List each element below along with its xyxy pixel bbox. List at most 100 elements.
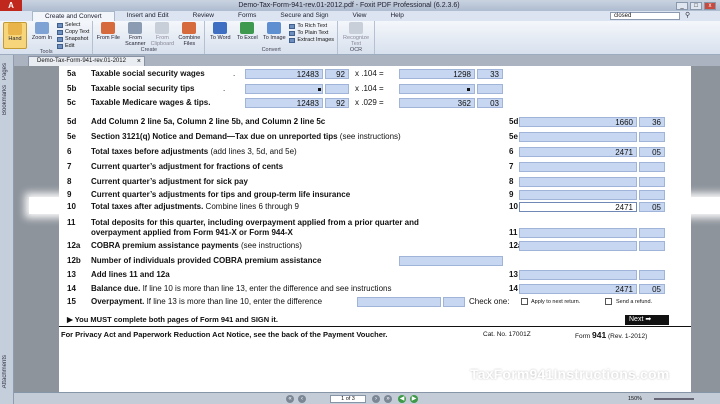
send-refund-checkbox[interactable] xyxy=(605,298,612,305)
line-14-field[interactable]: 2471 xyxy=(519,284,637,294)
app-logo[interactable]: A xyxy=(0,0,22,11)
close-button[interactable]: x xyxy=(704,1,716,10)
line-12b-field[interactable] xyxy=(399,256,503,266)
tab-secure-and-sign[interactable]: Secure and Sign xyxy=(268,11,340,21)
line-8-cents-field[interactable] xyxy=(639,177,665,187)
line-7-field[interactable] xyxy=(519,162,637,172)
first-page-icon[interactable]: « xyxy=(286,395,294,403)
to-excel-button[interactable]: To Excel xyxy=(235,22,259,47)
page-number-input[interactable]: 1 of 3 xyxy=(330,395,366,403)
tab-review[interactable]: Review xyxy=(181,11,226,21)
line-5a-amount-field[interactable]: 12483 xyxy=(245,69,323,79)
word-icon xyxy=(213,22,228,34)
next-button[interactable]: Next ➡ xyxy=(625,315,669,325)
next-page-icon[interactable]: › xyxy=(372,395,380,403)
line-11-field[interactable] xyxy=(519,228,637,238)
line-6-field[interactable]: 2471 xyxy=(519,147,637,157)
line-10-cents-field[interactable]: 05 xyxy=(639,202,665,212)
line-5c-result-cents-field[interactable]: 03 xyxy=(477,98,503,108)
line-11-cents-field[interactable] xyxy=(639,228,665,238)
select-button[interactable]: Select xyxy=(57,22,89,28)
line-9-cents-field[interactable] xyxy=(639,190,665,200)
line-10-field[interactable]: 2471 xyxy=(519,202,637,212)
form-identifier: Form 941 (Rev. 1-2012) xyxy=(575,330,648,340)
line-5a-result-field[interactable]: 1298 xyxy=(399,69,475,79)
to-image-button[interactable]: To Image xyxy=(262,22,286,47)
line-8-field[interactable] xyxy=(519,177,637,187)
attachments-panel-button[interactable]: Attachments xyxy=(2,355,8,388)
line-5e-field[interactable] xyxy=(519,132,637,142)
line-15-cents-field[interactable] xyxy=(443,297,465,307)
line-5e-cents-field[interactable] xyxy=(639,132,665,142)
search-input[interactable]: closed xyxy=(610,12,680,20)
from-clipboard-button[interactable]: From Clipboard xyxy=(150,22,174,47)
tab-help[interactable]: Help xyxy=(378,11,415,21)
from-scanner-button[interactable]: From Scanner xyxy=(123,22,147,47)
privacy-notice: For Privacy Act and Paperwork Reduction … xyxy=(61,330,388,339)
line-9-field[interactable] xyxy=(519,190,637,200)
copy-text-button[interactable]: Copy Text xyxy=(57,29,89,35)
bookmarks-panel-button[interactable]: Bookmarks xyxy=(2,85,8,115)
zoom-in-button[interactable]: Zoom In xyxy=(30,22,54,49)
line-13-cents-field[interactable] xyxy=(639,270,665,280)
snapshot-button[interactable]: Snapshot xyxy=(57,36,89,42)
to-plain-text-button[interactable]: To Plain Text xyxy=(289,30,334,36)
line-5a-result-cents-field[interactable]: 33 xyxy=(477,69,503,79)
line-5d-field[interactable]: 1660 xyxy=(519,117,637,127)
line-5c-cents-field[interactable]: 92 xyxy=(325,98,349,108)
ocr-group-label: OCR xyxy=(349,47,363,53)
last-page-icon[interactable]: » xyxy=(384,395,392,403)
zoom-slider[interactable] xyxy=(654,398,694,400)
plain-text-icon xyxy=(289,30,296,36)
rich-text-icon xyxy=(289,23,296,29)
go-back-icon[interactable]: ◀ xyxy=(398,395,406,403)
hand-tool-button[interactable]: Hand xyxy=(3,22,27,49)
edit-icon xyxy=(57,43,63,49)
from-file-button[interactable]: From File xyxy=(96,22,120,47)
copy-text-icon xyxy=(57,29,63,35)
cat-number: Cat. No. 17001Z xyxy=(483,331,531,338)
line-5c-amount-field[interactable]: 12483 xyxy=(245,98,323,108)
minimize-button[interactable]: _ xyxy=(676,1,688,10)
line-5c-result-field[interactable]: 362 xyxy=(399,98,475,108)
line-13-field[interactable] xyxy=(519,270,637,280)
line-12a-cents-field[interactable] xyxy=(639,241,665,251)
zoom-level[interactable]: 150% xyxy=(628,396,642,402)
line-5a-cents-field[interactable]: 92 xyxy=(325,69,349,79)
combine-files-button[interactable]: Combine Files xyxy=(177,22,201,47)
search-icon[interactable]: ⚲ xyxy=(685,12,694,20)
go-forward-icon[interactable]: ▶ xyxy=(410,395,418,403)
extract-images-button[interactable]: Extract Images xyxy=(289,37,334,43)
tab-view[interactable]: View xyxy=(340,11,378,21)
excel-icon xyxy=(240,22,255,34)
window-title: Demo-Tax-Form-941-rev.01-2012.pdf - Foxi… xyxy=(238,2,460,9)
line-5d-cents-field[interactable]: 36 xyxy=(639,117,665,127)
line-5b-result-field[interactable] xyxy=(399,84,475,94)
to-word-button[interactable]: To Word xyxy=(208,22,232,47)
line-12a-field[interactable] xyxy=(519,241,637,251)
pages-panel-button[interactable]: Pages xyxy=(2,63,8,80)
previous-page-icon[interactable]: ‹ xyxy=(298,395,306,403)
line-6-cents-field[interactable]: 05 xyxy=(639,147,665,157)
line-15-field[interactable] xyxy=(357,297,441,307)
left-nav-pane: Bookmarks Pages Attachments xyxy=(0,55,14,404)
line-14-cents-field[interactable]: 05 xyxy=(639,284,665,294)
line-7-cents-field[interactable] xyxy=(639,162,665,172)
tab-forms[interactable]: Forms xyxy=(226,11,268,21)
must-complete-notice: ▶ You MUST complete both pages of Form 9… xyxy=(67,315,278,324)
to-rich-text-button[interactable]: To Rich Text xyxy=(289,23,334,29)
select-icon xyxy=(57,22,63,28)
line-5b-amount-field[interactable] xyxy=(245,84,323,94)
document-tab[interactable]: Demo-Tax-Form-941-rev.01-2012 × xyxy=(28,56,145,66)
close-tab-icon[interactable]: × xyxy=(137,57,141,66)
line-5b-result-cents-field[interactable] xyxy=(477,84,503,94)
tab-insert-and-edit[interactable]: Insert and Edit xyxy=(115,11,181,21)
tab-create-and-convert[interactable]: Create and Convert xyxy=(32,11,115,21)
combine-files-icon xyxy=(182,22,197,34)
maximize-button[interactable]: □ xyxy=(690,1,702,10)
snapshot-icon xyxy=(57,36,63,42)
line-5b-cents-field[interactable] xyxy=(325,84,349,94)
apply-to-next-return-checkbox[interactable] xyxy=(521,298,528,305)
recognize-text-button[interactable]: Recognize Text xyxy=(341,22,371,47)
document-viewer[interactable]: 5a Taxable social security wages . 12483… xyxy=(14,66,720,392)
